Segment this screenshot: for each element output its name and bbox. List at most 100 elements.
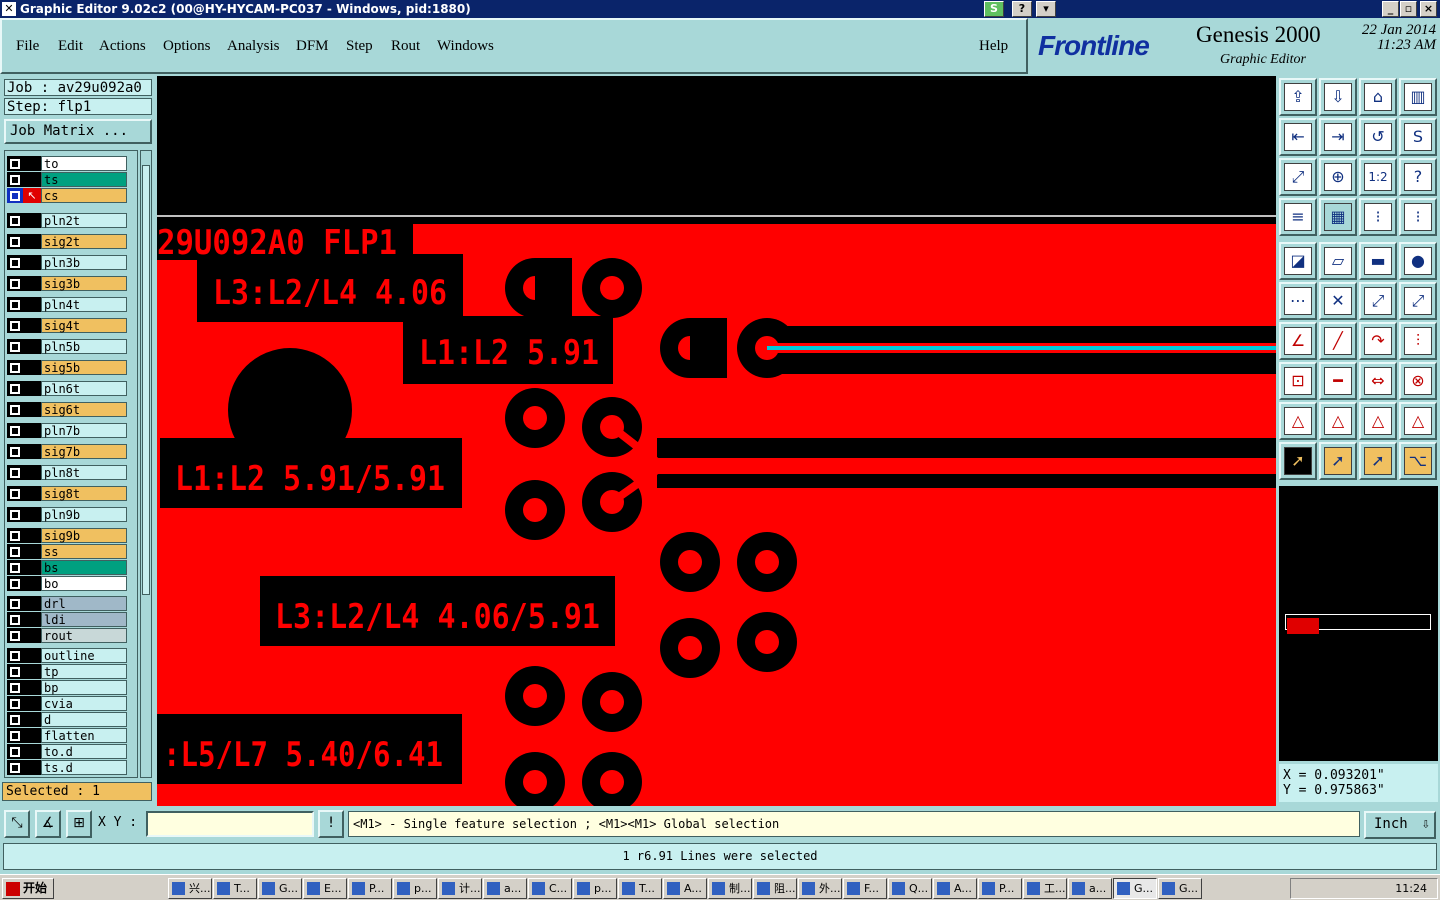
menu-rout[interactable]: Rout bbox=[391, 38, 420, 55]
layer-checkbox[interactable] bbox=[7, 712, 23, 727]
layer-checkbox[interactable] bbox=[7, 297, 23, 312]
ratio-icon[interactable]: 1:2 bbox=[1359, 158, 1397, 196]
overview-window[interactable] bbox=[1279, 486, 1438, 761]
layer-name[interactable]: pln6t bbox=[41, 381, 127, 396]
layer-checkbox[interactable] bbox=[7, 234, 23, 249]
layer-row-bs[interactable]: bs bbox=[7, 560, 127, 575]
layer-checkbox[interactable] bbox=[7, 628, 23, 643]
layer-row-outline[interactable]: outline bbox=[7, 648, 127, 663]
taskbar-item[interactable]: 工... bbox=[1023, 878, 1067, 899]
layer-name[interactable]: drl bbox=[41, 596, 127, 611]
layer-name[interactable]: pln8t bbox=[41, 465, 127, 480]
layer-row-pln9b[interactable]: pln9b bbox=[7, 507, 127, 522]
graphic-canvas[interactable]: 29U092A0 FLP1 L3:L2/L4 4.06 L1:L2 5.91 L… bbox=[157, 76, 1276, 806]
taskbar-item[interactable]: T... bbox=[213, 878, 257, 899]
menu-actions[interactable]: Actions bbox=[99, 38, 146, 55]
taskbar-item[interactable]: P... bbox=[348, 878, 392, 899]
layer-marker[interactable] bbox=[23, 612, 41, 627]
line-break-icon[interactable]: ━ bbox=[1319, 362, 1357, 400]
layer-name[interactable]: pln9b bbox=[41, 507, 127, 522]
layer-scrollbar[interactable] bbox=[140, 150, 152, 778]
layer-checkbox[interactable] bbox=[7, 544, 23, 559]
layer-marker[interactable] bbox=[23, 528, 41, 543]
layer-row-bp[interactable]: bp bbox=[7, 680, 127, 695]
overview-viewport[interactable] bbox=[1287, 618, 1319, 634]
taskbar-item[interactable]: T... bbox=[618, 878, 662, 899]
grid-icon[interactable]: ▦ bbox=[1319, 198, 1357, 236]
layer-row-sig8t[interactable]: sig8t bbox=[7, 486, 127, 501]
measure-icon[interactable]: ▬ bbox=[1359, 242, 1397, 280]
layer-name[interactable]: sig2t bbox=[41, 234, 127, 249]
layer-marker[interactable] bbox=[23, 234, 41, 249]
taskbar-item[interactable]: 兴... bbox=[168, 878, 212, 899]
menu-help[interactable]: Help bbox=[979, 38, 1008, 55]
layer-row-bo[interactable]: bo bbox=[7, 576, 127, 591]
layer-name[interactable]: ts bbox=[41, 172, 127, 187]
taskbar-item[interactable]: A... bbox=[663, 878, 707, 899]
layer-checkbox[interactable] bbox=[7, 360, 23, 375]
connect-icon[interactable]: ⋯ bbox=[1279, 282, 1317, 320]
menu-step[interactable]: Step bbox=[346, 38, 373, 55]
layer-name[interactable]: sig4t bbox=[41, 318, 127, 333]
layer-name[interactable]: cvia bbox=[41, 696, 127, 711]
surface-a-icon[interactable]: △ bbox=[1279, 402, 1317, 440]
layer-checkbox[interactable] bbox=[7, 276, 23, 291]
taskbar-item[interactable]: p... bbox=[393, 878, 437, 899]
layer-marker[interactable] bbox=[23, 680, 41, 695]
text-icon[interactable]: ⫶ bbox=[1399, 322, 1437, 360]
layer-row-pln3b[interactable]: pln3b bbox=[7, 255, 127, 270]
job-matrix-button[interactable]: Job Matrix ... bbox=[4, 119, 152, 144]
layer-checkbox[interactable] bbox=[7, 664, 23, 679]
layer-marker[interactable] bbox=[23, 507, 41, 522]
grid-snap-icon[interactable]: ⊞ bbox=[66, 810, 92, 838]
layer-row-sig4t[interactable]: sig4t bbox=[7, 318, 127, 333]
taskbar-item[interactable]: 计... bbox=[438, 878, 482, 899]
layer-marker[interactable] bbox=[23, 360, 41, 375]
layer-name[interactable]: sig5b bbox=[41, 360, 127, 375]
layers-icon[interactable]: ≡ bbox=[1279, 198, 1317, 236]
layer-checkbox[interactable] bbox=[7, 423, 23, 438]
taskbar-item[interactable]: G... bbox=[1158, 878, 1202, 899]
taskbar-item[interactable]: F... bbox=[843, 878, 887, 899]
layer-checkbox[interactable] bbox=[7, 576, 23, 591]
taskbar-item[interactable]: 制... bbox=[708, 878, 752, 899]
layer-row-pln5b[interactable]: pln5b bbox=[7, 339, 127, 354]
window-split-icon[interactable]: ▥ bbox=[1399, 78, 1437, 116]
help-icon[interactable]: ? bbox=[1399, 158, 1437, 196]
menu-dfm[interactable]: DFM bbox=[296, 38, 329, 55]
layer-marker[interactable] bbox=[23, 728, 41, 743]
surface-d-icon[interactable]: △ bbox=[1399, 402, 1437, 440]
layer-name[interactable]: bs bbox=[41, 560, 127, 575]
pan-left-icon[interactable]: ⇤ bbox=[1279, 118, 1317, 156]
layer-checkbox[interactable] bbox=[7, 213, 23, 228]
fit-icon[interactable]: ⤢ bbox=[1279, 158, 1317, 196]
layer-marker[interactable] bbox=[23, 628, 41, 643]
layer-row-sig9b[interactable]: sig9b bbox=[7, 528, 127, 543]
layer-marker[interactable] bbox=[23, 255, 41, 270]
layer-marker[interactable] bbox=[23, 744, 41, 759]
taskbar-item[interactable]: A... bbox=[933, 878, 977, 899]
layer-name[interactable]: cs bbox=[41, 188, 127, 203]
layer-marker[interactable] bbox=[23, 712, 41, 727]
draw-line-icon[interactable]: ╱ bbox=[1319, 322, 1357, 360]
arc-icon[interactable]: ↷ bbox=[1359, 322, 1397, 360]
layer-name[interactable]: ss bbox=[41, 544, 127, 559]
layer-row-sig5b[interactable]: sig5b bbox=[7, 360, 127, 375]
add-feature-icon[interactable]: ◪ bbox=[1279, 242, 1317, 280]
layer-row-pln7b[interactable]: pln7b bbox=[7, 423, 127, 438]
layer-marker[interactable] bbox=[23, 696, 41, 711]
layer-checkbox[interactable] bbox=[7, 318, 23, 333]
layer-marker[interactable] bbox=[23, 172, 41, 187]
layer-name[interactable]: ts.d bbox=[41, 760, 127, 775]
pcb-drawing[interactable]: 29U092A0 FLP1 L3:L2/L4 4.06 L1:L2 5.91 L… bbox=[157, 76, 1276, 806]
layer-marker[interactable] bbox=[23, 760, 41, 775]
layer-marker[interactable] bbox=[23, 423, 41, 438]
copy-icon[interactable]: ⤢ bbox=[1399, 282, 1437, 320]
taskbar-item[interactable]: 阻... bbox=[753, 878, 797, 899]
layer-row-sig3b[interactable]: sig3b bbox=[7, 276, 127, 291]
layer-row-cs[interactable]: ↖ cs bbox=[7, 188, 127, 203]
layer-row-ts-d[interactable]: ts.d bbox=[7, 760, 127, 775]
layer-row-sig7b[interactable]: sig7b bbox=[7, 444, 127, 459]
polarity-icon[interactable]: ⊗ bbox=[1399, 362, 1437, 400]
taskbar-item[interactable]: C... bbox=[528, 878, 572, 899]
